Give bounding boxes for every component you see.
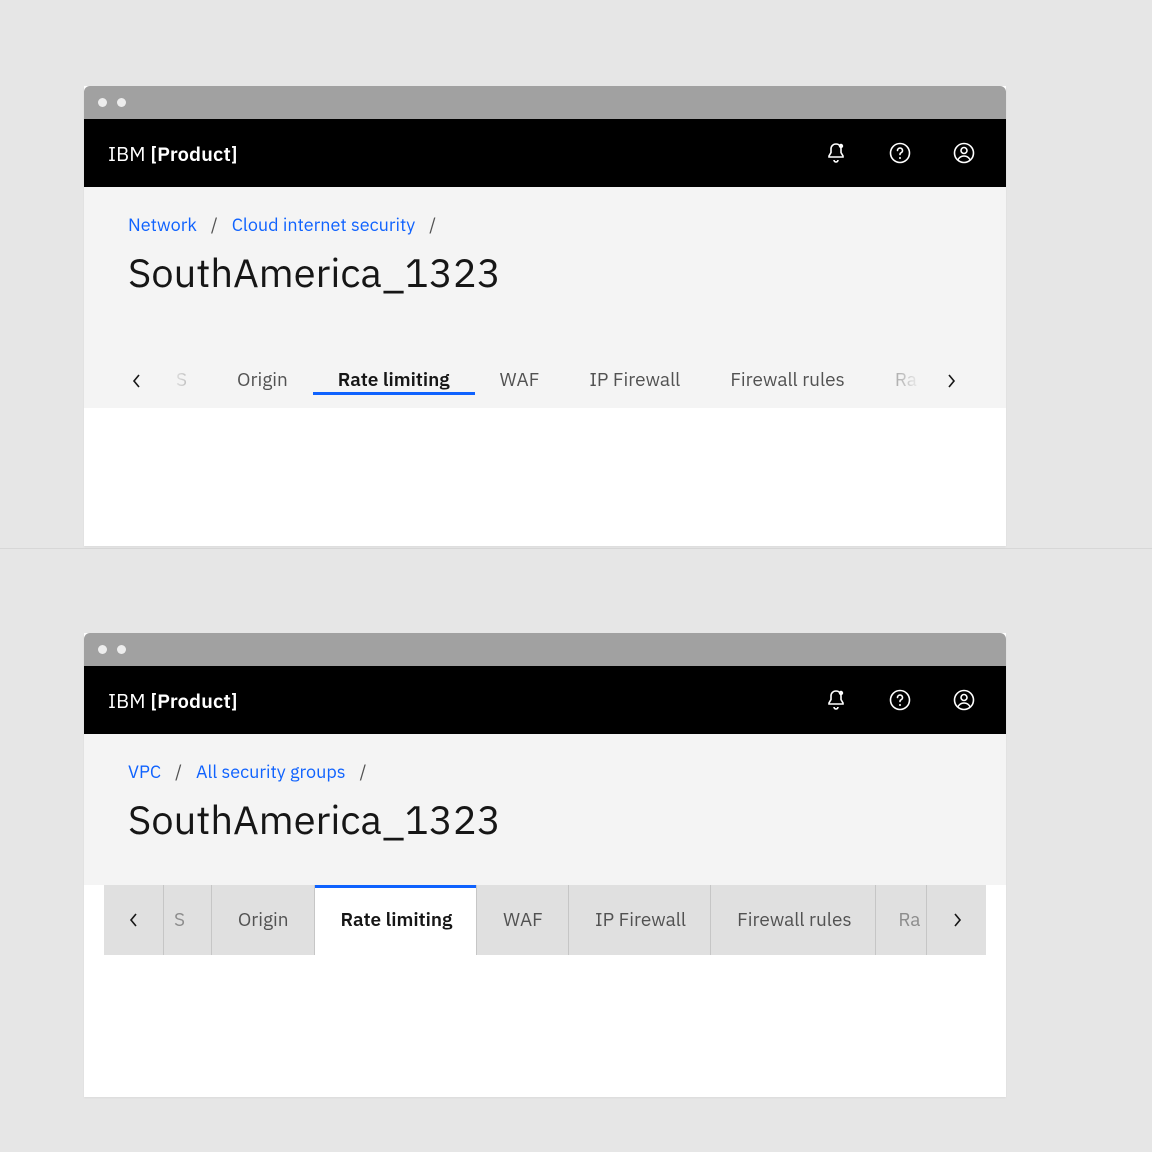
tab-overflow-left[interactable]: S [164, 885, 212, 955]
breadcrumb-link-2[interactable]: All security groups [196, 760, 346, 783]
header-actions [824, 141, 982, 165]
user-avatar-icon[interactable] [952, 141, 976, 165]
page-header: VPC / All security groups / SouthAmerica… [84, 734, 1006, 885]
page-header: Network / Cloud internet security / Sout… [84, 187, 1006, 408]
example-divider [0, 548, 1152, 549]
tab-origin[interactable]: Origin [212, 368, 313, 395]
brand-light: IBM [108, 140, 150, 167]
tab-waf[interactable]: WAF [477, 885, 569, 955]
help-icon[interactable] [888, 688, 912, 712]
window-titlebar [84, 633, 1006, 666]
tab-ip-firewall[interactable]: IP Firewall [569, 885, 711, 955]
user-avatar-icon[interactable] [952, 688, 976, 712]
tabs-contained: S Origin Rate limiting WAF IP Firewall F… [104, 885, 986, 955]
breadcrumb-link-2[interactable]: Cloud internet security [232, 213, 416, 236]
tab-firewall-rules[interactable]: Firewall rules [711, 885, 876, 955]
brand-bold: [Product] [150, 140, 237, 167]
breadcrumb-link-1[interactable]: VPC [128, 760, 161, 783]
window-titlebar [84, 86, 1006, 119]
tab-rate-limiting[interactable]: Rate limiting [315, 885, 478, 955]
breadcrumb-link-1[interactable]: Network [128, 213, 197, 236]
tab-strip: S Origin Rate limiting WAF IP Firewall F… [164, 885, 926, 955]
breadcrumb: Network / Cloud internet security / [128, 213, 962, 236]
tabs-scroll-left[interactable] [104, 885, 164, 955]
page-title: SouthAmerica_1323 [128, 246, 962, 298]
tab-overflow-left[interactable]: S [168, 368, 212, 395]
page-title: SouthAmerica_1323 [128, 793, 962, 845]
tab-waf[interactable]: WAF [475, 368, 565, 395]
tab-origin[interactable]: Origin [212, 885, 315, 955]
browser-window-contained-tabs: IBM [Product] VPC / All security groups … [84, 633, 1006, 1097]
tabs-scroll-right[interactable] [926, 885, 986, 955]
help-icon[interactable] [888, 141, 912, 165]
notifications-icon[interactable] [824, 141, 848, 165]
window-control-dot[interactable] [98, 98, 107, 107]
breadcrumb-separator: / [360, 760, 367, 783]
product-brand: IBM [Product] [108, 687, 238, 714]
window-control-dot[interactable] [98, 645, 107, 654]
tab-firewall-rules[interactable]: Firewall rules [705, 368, 870, 395]
brand-light: IBM [108, 687, 150, 714]
tab-overflow-right[interactable]: Ra [870, 368, 921, 395]
product-brand: IBM [Product] [108, 140, 238, 167]
browser-window-line-tabs: IBM [Product] Network / Cloud internet s… [84, 86, 1006, 546]
tabs-scroll-left[interactable] [128, 354, 168, 408]
notifications-icon[interactable] [824, 688, 848, 712]
breadcrumb-separator: / [429, 213, 436, 236]
tab-content [84, 408, 1006, 538]
header-actions [824, 688, 982, 712]
tab-overflow-right[interactable]: Ra [876, 885, 926, 955]
tab-rate-limiting[interactable]: Rate limiting [313, 368, 475, 395]
brand-bold: [Product] [150, 687, 237, 714]
tab-ip-firewall[interactable]: IP Firewall [564, 368, 705, 395]
breadcrumb: VPC / All security groups / [128, 760, 962, 783]
window-control-dot[interactable] [117, 98, 126, 107]
app-header: IBM [Product] [84, 119, 1006, 187]
breadcrumb-separator: / [175, 760, 182, 783]
app-header: IBM [Product] [84, 666, 1006, 734]
tabs-scroll-right[interactable] [922, 354, 962, 408]
tab-strip: S Origin Rate limiting WAF IP Firewall F… [168, 368, 922, 395]
tab-content [104, 955, 986, 1095]
breadcrumb-separator: / [211, 213, 218, 236]
window-control-dot[interactable] [117, 645, 126, 654]
tabs-line: S Origin Rate limiting WAF IP Firewall F… [128, 354, 962, 408]
